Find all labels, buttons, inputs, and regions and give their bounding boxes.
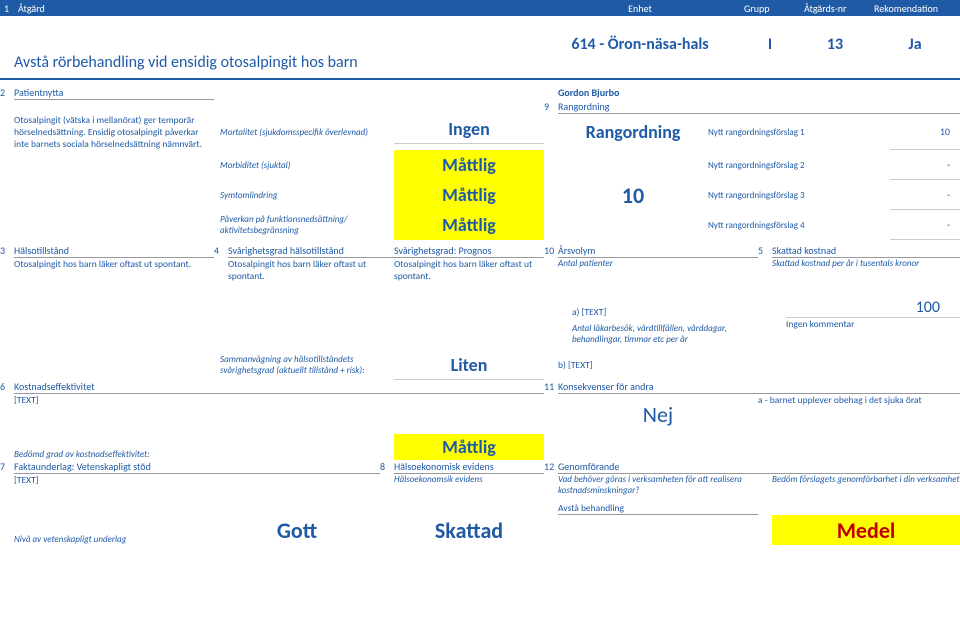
sec6-body: [TEXT]	[14, 394, 544, 434]
sec6-num: 6	[0, 380, 14, 394]
sec2-body: Otosalpingit (vätska i mellanörat) ger t…	[14, 114, 214, 150]
bedomd-label: Bedömd grad av kostnadseffektivitet:	[14, 434, 394, 460]
sec11-value: Nej	[558, 394, 758, 434]
sammanvagning-label: Sammanvägning av hälsotillståndets svåri…	[214, 350, 394, 380]
sec4-num: 4	[214, 244, 228, 258]
prognos-body: Otosalpingit hos barn läker oftast ut sp…	[394, 258, 544, 282]
sec12-num: 12	[544, 460, 558, 474]
atgardsnr-value: 13	[800, 35, 870, 54]
metrics-row-1: Otosalpingit (vätska i mellanörat) ger t…	[0, 114, 960, 150]
rank2-label: Nytt rangordningsförslag 2	[708, 150, 890, 180]
avsta-label: Avstå behandling	[558, 502, 758, 515]
symtom-label: Symtomlindring	[214, 180, 394, 210]
ranking-score: 10	[558, 180, 708, 210]
metrics-row-3: Symtomlindring Måttlig 10 Nytt rangordni…	[0, 180, 960, 210]
sec10-b: b) [TEXT]	[558, 350, 758, 380]
sec8-label: Hälsoekonomisk evidens	[394, 460, 544, 474]
kostnad-komment: Ingen kommentar	[786, 318, 960, 350]
person: Gordon Bjurbo	[558, 86, 960, 100]
mortalitet-value: Ingen	[394, 114, 544, 144]
hdr-atgardsnr: Åtgärds-nr	[800, 2, 870, 15]
sec8-body: Hälsoekonomsik evidens	[394, 474, 544, 502]
mortalitet-label: Mortalitet (sjukdomsspecifik överlevnad)	[214, 114, 394, 150]
bedomd-value: Måttlig	[394, 434, 544, 460]
title-row: Avstå rörbehandling vid ensidig otosalpi…	[0, 16, 960, 80]
rank4-value: -	[890, 210, 960, 240]
main-title: Avstå rörbehandling vid ensidig otosalpi…	[14, 53, 540, 72]
rank1-label: Nytt rangordningsförslag 1	[708, 114, 890, 150]
sec4-label: Svårighetsgrad hälsotillstånd	[228, 244, 394, 258]
niva-label: Nivå av vetenskapligt underlag	[14, 515, 214, 545]
sec10-num: 10	[544, 244, 558, 258]
bedom-label: Bedöm förslagets genomförbarhet i din ve…	[772, 474, 960, 502]
sec4-body: Otosalpingit hos barn läker oftast ut sp…	[228, 258, 394, 282]
sec6-label: Kostnadseffektivitet	[14, 380, 544, 394]
sec10-a: a) [TEXT]	[572, 282, 772, 318]
rank2-value: -	[890, 150, 960, 180]
sec7-num: 7	[0, 460, 14, 474]
sec11-num: 11	[544, 380, 558, 394]
sec5-label: Skattad kostnad	[772, 244, 960, 258]
hdr-enhet: Enhet	[540, 2, 740, 15]
visits-label: Antal läkarbesök, vårdtillfällen, vårdda…	[572, 318, 772, 350]
sec3-label: Hälsotillstånd	[14, 244, 214, 258]
sec8-value: Skattad	[394, 515, 544, 545]
hdr-grupp: Grupp	[740, 2, 800, 15]
rek-value: Ja	[870, 35, 960, 54]
skattad-per-ar: Skattad kostnad per år i tusentals krono…	[772, 258, 960, 282]
sec3-body: Otosalpingit hos barn läker oftast ut sp…	[14, 258, 214, 282]
sec9-label: Rangordning	[558, 100, 960, 114]
hdr-rek: Rekomendation	[870, 2, 960, 15]
rank1-value: 10	[890, 114, 960, 150]
hdr-num: 1	[0, 2, 14, 15]
sammanvagning-value: Liten	[394, 350, 544, 380]
sec9-num: 9	[544, 100, 558, 114]
ranking-heading: Rangordning	[558, 114, 708, 150]
sec3-num: 3	[0, 244, 14, 258]
morbiditet-value: Måttlig	[394, 150, 544, 180]
kostnad-value: 100	[786, 282, 960, 318]
sec12-label: Genomförande	[558, 460, 960, 474]
bedom-value: Medel	[772, 515, 960, 545]
paverkan-value: Måttlig	[394, 210, 544, 240]
sec7-body: [TEXT]	[14, 474, 380, 502]
sec12-body: Vad behöver göras i verksamheten för att…	[558, 474, 758, 502]
morbiditet-label: Morbiditet (sjuktal)	[214, 150, 394, 180]
sec2-label: Patientnytta	[14, 86, 214, 100]
grupp-value: I	[740, 35, 800, 54]
sec7-label: Faktaunderlag: Vetenskapligt stöd	[14, 460, 380, 474]
hdr-atgard: Åtgärd	[14, 2, 540, 15]
antal-patienter: Antal patienter	[558, 258, 758, 282]
paverkan-label: Påverkan på funktionsnedsättning/ aktivi…	[214, 210, 394, 240]
prognos-label: Svårighetsgrad: Prognos	[394, 244, 544, 258]
header-bar: 1 Åtgärd Enhet Grupp Åtgärds-nr Rekomend…	[0, 0, 960, 16]
sec11-label: Konsekvenser för andra	[558, 380, 960, 394]
symtom-value: Måttlig	[394, 180, 544, 210]
sec7-value: Gott	[214, 515, 380, 545]
rank3-value: -	[890, 180, 960, 210]
sec11-note: a - barnet upplever obehag i det sjuka ö…	[758, 394, 960, 434]
metrics-row-2: Morbiditet (sjuktal) Måttlig Nytt rangor…	[0, 150, 960, 180]
rank3-label: Nytt rangordningsförslag 3	[708, 180, 890, 210]
sec5-num: 5	[758, 244, 772, 258]
metrics-row-4: Påverkan på funktionsnedsättning/ aktivi…	[0, 210, 960, 240]
enhet-value: 614 - Öron-näsa-hals	[540, 35, 740, 54]
sec8-num: 8	[380, 460, 394, 474]
sec2-num: 2	[0, 86, 14, 100]
rank4-label: Nytt rangordningsförslag 4	[708, 210, 890, 240]
sec10-label: Årsvolym	[558, 244, 758, 258]
